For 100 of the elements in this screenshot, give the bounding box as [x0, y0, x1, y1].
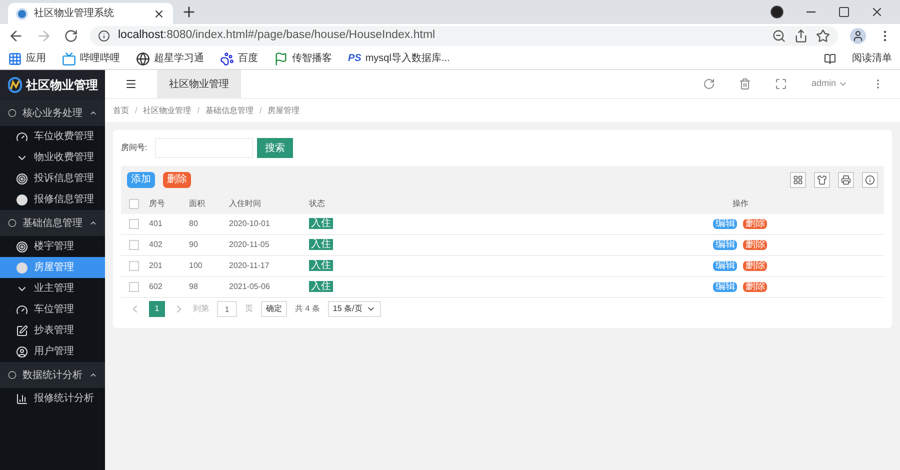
- user-menu[interactable]: admin: [811, 77, 848, 91]
- confirm-button[interactable]: 确定: [261, 301, 287, 317]
- new-tab-icon[interactable]: [181, 4, 197, 20]
- menu-item-label: 业主管理: [34, 282, 74, 296]
- menu-item-label: 抄表管理: [34, 324, 74, 338]
- menu-item-label: 用户管理: [34, 344, 74, 359]
- column-header: 入住时间: [229, 198, 262, 210]
- menu-group[interactable]: 基础信息管理: [0, 210, 105, 236]
- goto-label: 到第: [193, 303, 209, 315]
- dot-icon: [16, 194, 28, 206]
- globe-icon: [136, 52, 150, 66]
- status-badge: 入住: [309, 218, 333, 229]
- table-cell-text: 602: [149, 281, 164, 293]
- ps-icon: PS: [348, 51, 362, 66]
- target-icon: [16, 172, 28, 184]
- menu-item-label: 报修统计分析: [34, 392, 94, 406]
- column-header: 房号: [149, 198, 166, 210]
- select-all-checkbox[interactable]: [129, 199, 139, 209]
- breadcrumb-item[interactable]: 基础信息管理: [205, 104, 254, 116]
- info-icon[interactable]: [862, 172, 878, 188]
- menu-group[interactable]: 数据统计分析: [0, 362, 105, 388]
- edit-icon: [16, 324, 28, 336]
- status-badge: 入住: [309, 260, 333, 271]
- group-label: 数据统计分析: [22, 368, 82, 382]
- menu-item[interactable]: 投诉信息管理: [0, 168, 105, 189]
- menu-item[interactable]: 车位收费管理: [0, 126, 105, 147]
- reading-list[interactable]: 阅读清单: [852, 51, 892, 66]
- bookmark[interactable]: 哔哩哔哩: [80, 51, 120, 66]
- menu-icon[interactable]: [125, 78, 137, 90]
- group-icon: [8, 370, 16, 380]
- menu-item[interactable]: 用户管理: [0, 341, 105, 362]
- gauge-icon: [16, 304, 28, 316]
- site-icon: [16, 8, 28, 20]
- group-icon: [8, 218, 16, 228]
- table-cell-text: 402: [149, 239, 164, 251]
- trash-icon[interactable]: [739, 78, 752, 90]
- user-icon: [16, 346, 28, 358]
- back-icon[interactable]: [8, 28, 24, 44]
- menu-item[interactable]: 抄表管理: [0, 320, 105, 341]
- logo-icon: [8, 77, 22, 93]
- search-button[interactable]: 搜索: [257, 138, 294, 158]
- reload-icon[interactable]: [64, 29, 78, 43]
- group-label: 核心业务处理: [22, 106, 82, 120]
- breadcrumb-item[interactable]: 首页: [113, 104, 129, 116]
- table-cell-text: 2020-11-17: [229, 260, 270, 272]
- menu-item[interactable]: 报修统计分析: [0, 388, 105, 409]
- menu-item[interactable]: 物业收费管理: [0, 147, 105, 168]
- menu-group[interactable]: 核心业务处理: [0, 100, 105, 126]
- breadcrumb-item: 房屋管理: [268, 104, 300, 116]
- page-button[interactable]: 1: [149, 301, 165, 317]
- row-checkbox[interactable]: [129, 282, 139, 292]
- row-checkbox[interactable]: [129, 261, 139, 271]
- close-window-icon[interactable]: [870, 5, 884, 19]
- bookmark[interactable]: mysql导入数据库...: [365, 51, 450, 66]
- column-header: 操作: [732, 198, 748, 210]
- bookmark[interactable]: 超星学习通: [154, 51, 204, 66]
- menu-item[interactable]: 楼宇管理: [0, 236, 105, 257]
- menu-item[interactable]: 车位管理: [0, 299, 105, 320]
- close-icon[interactable]: [153, 8, 165, 20]
- columns-icon[interactable]: [790, 172, 806, 188]
- menu-item[interactable]: 业主管理: [0, 278, 105, 299]
- breadcrumb-item[interactable]: 社区物业管理: [143, 104, 192, 116]
- bookmark[interactable]: 传智播客: [292, 51, 332, 66]
- grid-icon: [8, 52, 22, 66]
- search-label: 房间号:: [121, 142, 148, 154]
- refresh-icon[interactable]: [703, 78, 716, 90]
- target-icon: [16, 240, 28, 252]
- maximize-icon[interactable]: [838, 6, 850, 18]
- status-badge: 入住: [309, 239, 333, 250]
- address-bar[interactable]: localhost:8080/index.html#/page/base/house/HouseIndex.html: [90, 26, 838, 46]
- page-size-select[interactable]: 15 条/页: [328, 301, 382, 317]
- fullscreen-icon[interactable]: [775, 78, 788, 90]
- menu-item-label: 物业收费管理: [34, 150, 94, 165]
- table-cell-text: 2020-11-05: [229, 239, 270, 251]
- table-cell-text: 401: [149, 218, 164, 230]
- page-field[interactable]: 1: [217, 301, 237, 317]
- group-label: 基础信息管理: [22, 216, 82, 230]
- row-checkbox[interactable]: [129, 240, 139, 250]
- zoom-icon[interactable]: [772, 29, 786, 43]
- menu-item-label: 楼宇管理: [34, 240, 74, 254]
- url-text: localhost:8080/index.html#/page/base/house/HouseIndex.html: [118, 28, 436, 44]
- star-icon[interactable]: [816, 29, 830, 43]
- page-unit: 页: [245, 303, 253, 315]
- table-cell-text: 90: [189, 239, 199, 251]
- breadcrumb-separator: /: [259, 104, 262, 116]
- reading-list-icon: [824, 52, 836, 64]
- info-icon: [98, 30, 110, 42]
- share-icon[interactable]: [794, 29, 808, 43]
- bookmark[interactable]: 应用: [26, 51, 46, 66]
- avatar[interactable]: [850, 28, 866, 44]
- table-cell-text: 98: [189, 281, 199, 293]
- row-checkbox[interactable]: [129, 219, 139, 229]
- header-tab[interactable]: 社区物业管理: [157, 70, 241, 98]
- column-header: 面积: [189, 198, 206, 210]
- table-cell-text: 201: [149, 260, 164, 272]
- print-icon[interactable]: [838, 172, 854, 188]
- menu-item[interactable]: 报修信息管理: [0, 189, 105, 210]
- logo-text: 社区物业管理: [26, 77, 98, 94]
- browser-tab[interactable]: 社区物业管理系统: [8, 3, 173, 24]
- bookmark[interactable]: 百度: [238, 51, 258, 66]
